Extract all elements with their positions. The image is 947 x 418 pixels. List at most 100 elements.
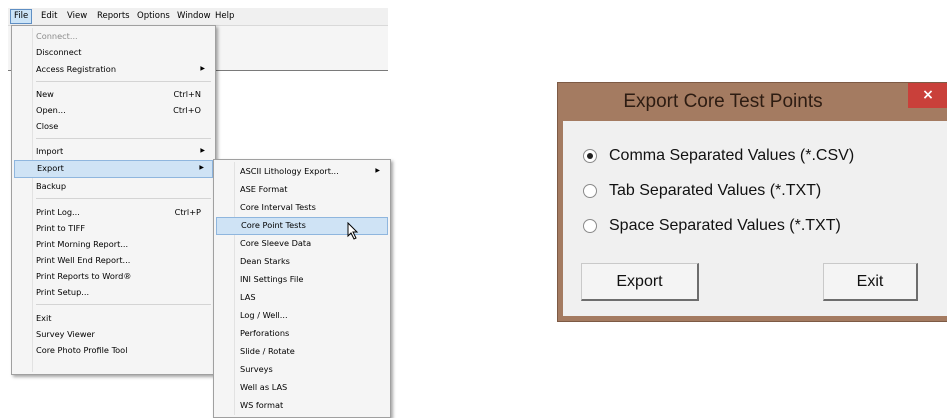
dialog-body: Comma Separated Values (*.CSV) Tab Separ… [563, 121, 947, 316]
file-menu-item-exit[interactable]: Exit [14, 310, 213, 326]
close-button[interactable]: × [908, 83, 947, 108]
menu-item-label: Print Well End Report... [36, 255, 131, 265]
menu-item-label: Print Reports to Word® [36, 271, 132, 281]
export-item-ase-format[interactable]: ASE Format [216, 181, 388, 197]
menu-item-label: Log / Well... [240, 310, 288, 320]
shortcut-label: Ctrl+P [174, 207, 201, 217]
exit-button[interactable]: Exit [823, 263, 918, 301]
shortcut-label: Ctrl+N [173, 89, 201, 99]
file-menu-item-close[interactable]: Close [14, 118, 213, 134]
menu-item-label: Core Photo Profile Tool [36, 345, 128, 355]
file-menu-item-print-reports-to-word[interactable]: Print Reports to Word® [14, 268, 213, 284]
export-item-core-sleeve-data[interactable]: Core Sleeve Data [216, 235, 388, 251]
menu-item-label: Well as LAS [240, 382, 288, 392]
menu-options[interactable]: Options [134, 10, 173, 23]
file-menu-item-backup[interactable]: Backup [14, 178, 213, 194]
close-icon: × [922, 87, 934, 103]
menu-item-label: WS format [240, 400, 284, 410]
radio-button-tab[interactable] [583, 184, 597, 198]
export-item-well-as-las[interactable]: Well as LAS [216, 379, 388, 395]
file-menu-item-print-well-end-report[interactable]: Print Well End Report... [14, 252, 213, 268]
menu-item-label: Slide / Rotate [240, 346, 295, 356]
radio-button-csv[interactable] [583, 149, 597, 163]
menu-help[interactable]: Help [212, 10, 237, 23]
menu-item-label: Connect... [36, 31, 78, 41]
menu-bar: File Edit View Reports Options Window He… [8, 8, 388, 26]
menu-item-label: Core Point Tests [241, 220, 306, 230]
export-button[interactable]: Export [581, 263, 699, 301]
menu-item-label: Access Registration [36, 64, 117, 74]
menu-item-label: Surveys [240, 364, 273, 374]
menu-item-label: Print Setup... [36, 287, 90, 297]
menu-item-label: New [36, 89, 54, 99]
menu-item-label: Core Interval Tests [240, 202, 316, 212]
radio-label-tab[interactable]: Tab Separated Values (*.TXT) [609, 180, 821, 202]
menu-item-label: ASCII Lithology Export... [240, 166, 339, 176]
export-item-dean-starks[interactable]: Dean Starks [216, 253, 388, 269]
export-item-slide-rotate[interactable]: Slide / Rotate [216, 343, 388, 359]
radio-selected-dot [587, 153, 593, 159]
menu-separator [36, 304, 211, 305]
menu-item-label: INI Settings File [240, 274, 304, 284]
file-menu-item-open[interactable]: Open... Ctrl+O [14, 102, 213, 118]
export-core-test-points-dialog: Export Core Test Points × Comma Separate… [557, 82, 947, 322]
export-item-ini-settings-file[interactable]: INI Settings File [216, 271, 388, 287]
menu-item-label: Open... [36, 105, 66, 115]
menu-separator [36, 81, 211, 82]
file-menu: Connect... Disconnect Access Registratio… [11, 25, 216, 375]
mouse-pointer-icon [347, 222, 359, 240]
menu-item-label: Core Sleeve Data [240, 238, 312, 248]
shortcut-label: Ctrl+O [173, 105, 201, 115]
menu-item-label: Print Log... [36, 207, 80, 217]
dialog-title: Export Core Test Points [623, 91, 823, 112]
file-menu-item-access-registration[interactable]: Access Registration ▶ [14, 61, 213, 77]
export-item-log-well[interactable]: Log / Well... [216, 307, 388, 323]
export-item-ascii-lithology[interactable]: ASCII Lithology Export... ▶ [216, 163, 388, 179]
export-item-surveys[interactable]: Surveys [216, 361, 388, 377]
submenu-arrow-icon: ▶ [200, 65, 205, 72]
file-menu-item-print-setup[interactable]: Print Setup... [14, 284, 213, 300]
file-menu-item-core-photo-profile-tool[interactable]: Core Photo Profile Tool [14, 342, 213, 358]
menu-file[interactable]: File [10, 9, 33, 24]
menu-edit[interactable]: Edit [38, 10, 60, 23]
file-menu-item-survey-viewer[interactable]: Survey Viewer [14, 326, 213, 342]
menu-item-label: Perforations [240, 328, 290, 338]
radio-label-csv[interactable]: Comma Separated Values (*.CSV) [609, 145, 854, 167]
file-menu-item-import[interactable]: Import ▶ [14, 143, 213, 159]
application-window: File Edit View Reports Options Window He… [0, 0, 391, 418]
file-menu-item-connect[interactable]: Connect... [14, 28, 213, 44]
menu-separator [36, 138, 211, 139]
export-item-las[interactable]: LAS [216, 289, 388, 305]
file-menu-item-export[interactable]: Export ▶ [14, 160, 213, 178]
menu-item-label: Close [36, 121, 59, 131]
export-item-perforations[interactable]: Perforations [216, 325, 388, 341]
file-menu-item-new[interactable]: New Ctrl+N [14, 86, 213, 102]
file-menu-item-print-morning-report[interactable]: Print Morning Report... [14, 236, 213, 252]
radio-label-space[interactable]: Space Separated Values (*.TXT) [609, 215, 841, 237]
menu-item-label: Export [37, 163, 64, 173]
file-menu-item-print-to-tiff[interactable]: Print to TIFF [14, 220, 213, 236]
export-item-core-interval-tests[interactable]: Core Interval Tests [216, 199, 388, 215]
submenu-arrow-icon: ▶ [375, 167, 380, 174]
menu-item-label: Backup [36, 181, 67, 191]
menu-view[interactable]: View [64, 10, 90, 23]
menu-reports[interactable]: Reports [94, 10, 133, 23]
submenu-arrow-icon: ▶ [199, 164, 204, 171]
menu-item-label: Print Morning Report... [36, 239, 129, 249]
menu-item-label: LAS [240, 292, 256, 302]
file-menu-item-print-log[interactable]: Print Log... Ctrl+P [14, 204, 213, 220]
export-submenu: ASCII Lithology Export... ▶ ASE Format Co… [213, 159, 391, 418]
menu-item-label: Exit [36, 313, 52, 323]
submenu-arrow-icon: ▶ [200, 147, 205, 154]
menu-item-label: Dean Starks [240, 256, 290, 266]
radio-button-space[interactable] [583, 219, 597, 233]
menu-window[interactable]: Window [174, 10, 214, 23]
file-menu-item-disconnect[interactable]: Disconnect [14, 44, 213, 60]
menu-item-label: Import [36, 146, 64, 156]
export-item-ws-format[interactable]: WS format [216, 397, 388, 413]
menu-item-label: Disconnect [36, 47, 82, 57]
menu-item-label: Survey Viewer [36, 329, 95, 339]
export-item-core-point-tests[interactable]: Core Point Tests [216, 217, 388, 235]
menu-item-label: Print to TIFF [36, 223, 86, 233]
menu-separator [36, 198, 211, 199]
